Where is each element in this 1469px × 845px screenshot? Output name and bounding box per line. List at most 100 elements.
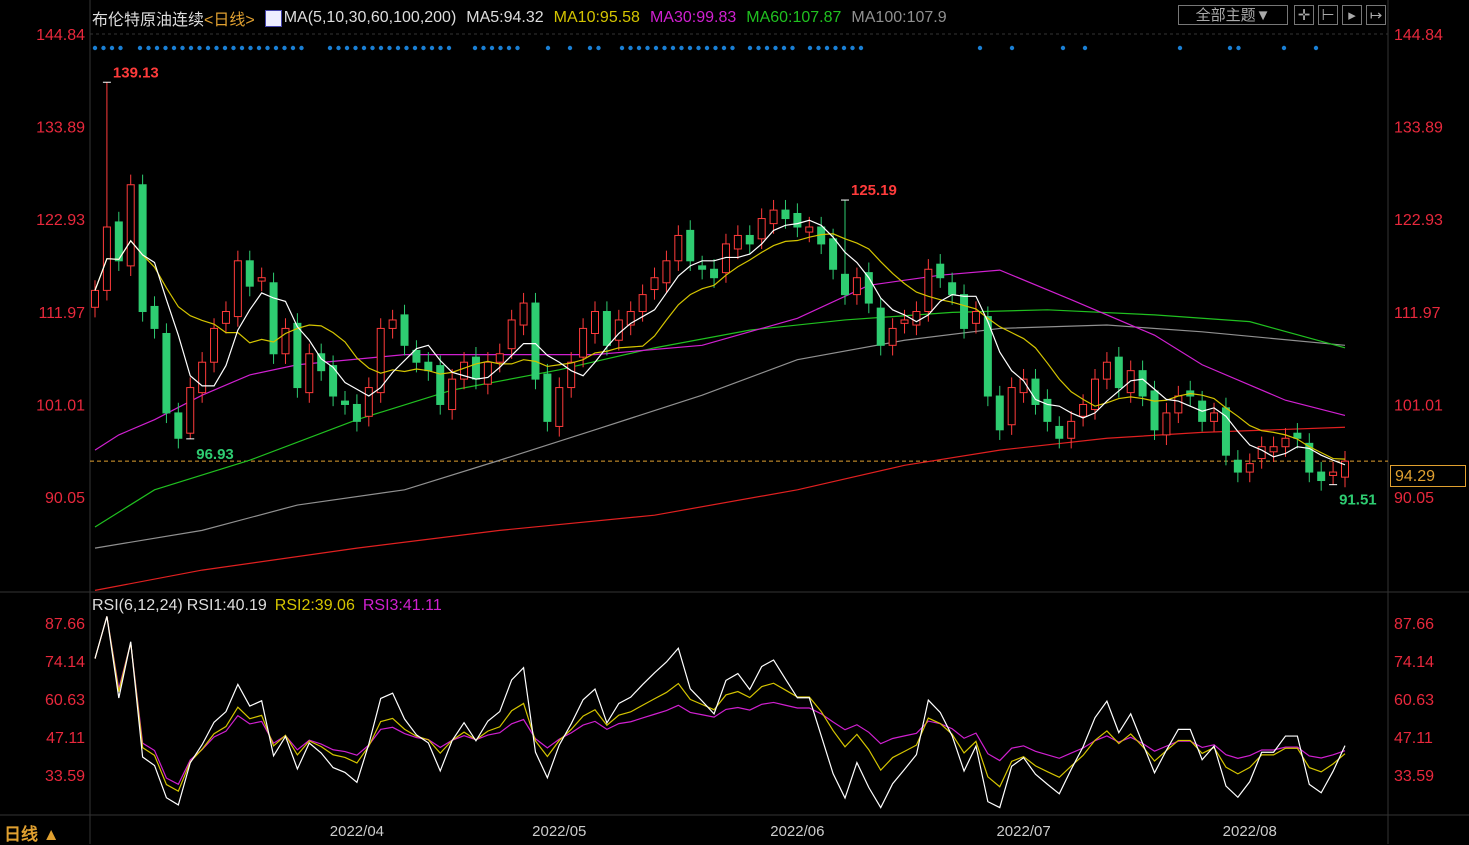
candle-down	[245, 260, 254, 287]
candle-up	[483, 361, 492, 385]
signal-dot	[188, 45, 194, 51]
candle-up	[1245, 463, 1254, 473]
candle-up	[198, 361, 207, 394]
candle-up	[91, 289, 99, 308]
candle-up	[495, 353, 504, 363]
candle-down	[317, 353, 326, 372]
price-chart[interactable]: 144.84 144.84 133.89 133.89 122.93 122.93 111.…	[0, 0, 1469, 844]
signal-dot	[824, 45, 830, 51]
candle-up	[638, 294, 647, 313]
candle-up	[519, 302, 528, 326]
candle-up	[567, 361, 576, 389]
candle-up	[769, 209, 778, 225]
candle-down	[162, 332, 171, 414]
rsi-header: RSI(6,12,24) RSI1:40.19 RSI2:39.06 RSI3:…	[92, 597, 442, 615]
signal-dot	[344, 45, 350, 51]
price-tick-right: 101.01	[1394, 397, 1443, 414]
candle-up	[1079, 403, 1088, 417]
candle-down	[150, 305, 159, 329]
signal-dot	[687, 45, 693, 51]
date-tick: 2022/06	[770, 823, 824, 840]
rsi-params[interactable]: RSI(6,12,24)	[92, 597, 183, 615]
price-tick-right: 90.05	[1394, 490, 1434, 507]
high-price-label: 139.13	[113, 64, 159, 81]
candle-up	[507, 319, 516, 350]
candle-up	[555, 387, 564, 427]
candle-down	[876, 307, 885, 346]
rsi-tick-right: 74.14	[1394, 654, 1434, 671]
signal-dot	[231, 45, 236, 51]
signal-dot	[545, 45, 551, 51]
low-price-label: 96.93	[196, 446, 234, 463]
candle-down	[995, 395, 1004, 431]
signal-dot	[850, 45, 855, 51]
candle-up	[448, 378, 457, 411]
candle-up	[591, 311, 599, 334]
signal-dot	[154, 45, 160, 51]
signal-dot	[1060, 45, 1066, 51]
candle-up	[376, 327, 385, 394]
rsi1-value: RSI1:40.19	[186, 597, 267, 614]
signal-dot	[109, 45, 115, 51]
signal-dot	[171, 45, 177, 51]
candle-down	[436, 365, 445, 405]
signal-dot	[807, 45, 813, 51]
signal-dot	[730, 45, 735, 51]
price-tick-left: 122.93	[36, 212, 85, 229]
signal-dot	[299, 45, 304, 51]
price-tick-left: 133.89	[36, 120, 85, 137]
signal-dot	[704, 45, 710, 51]
candle-up	[1007, 387, 1016, 426]
price-tick-left: 90.05	[45, 490, 85, 507]
candle-down	[698, 265, 707, 270]
signal-dot	[481, 45, 486, 51]
signal-dot	[636, 45, 642, 51]
candle-down	[1293, 432, 1302, 439]
candle-up	[852, 277, 861, 296]
candle-up	[1269, 446, 1278, 453]
signal-dot	[645, 45, 650, 51]
rsi2-line	[94, 616, 1346, 792]
signal-dot	[273, 45, 279, 51]
signal-dot	[781, 45, 787, 51]
price-tick-right: 111.97	[1394, 305, 1441, 322]
ma100-line	[94, 324, 1346, 549]
signal-dot	[1281, 45, 1287, 51]
signal-dot	[404, 45, 409, 51]
candle-down	[1317, 471, 1326, 482]
price-tick-left: 144.84	[36, 27, 85, 44]
rsi-tick-right: 87.66	[1394, 616, 1434, 633]
rsi-tick-left: 33.59	[45, 768, 85, 785]
period-selector[interactable]: 日线 ▲	[4, 820, 60, 845]
signal-dot	[1236, 45, 1241, 51]
candle-up	[1210, 412, 1219, 422]
signal-dot	[429, 45, 435, 51]
high-price-label: 125.19	[851, 182, 897, 199]
signal-dot	[498, 45, 503, 51]
candle-up	[579, 327, 588, 358]
candle-down	[1055, 425, 1064, 439]
candle-down	[936, 263, 945, 279]
signal-dot	[567, 45, 573, 51]
rsi2-value: RSI2:39.06	[274, 597, 355, 614]
signal-dot	[412, 45, 418, 51]
signal-dot	[713, 45, 718, 51]
candle-down	[686, 229, 695, 262]
candle-up	[733, 234, 742, 250]
price-tick-right: 122.93	[1394, 212, 1443, 229]
signal-dot	[587, 45, 593, 51]
rsi1-line	[94, 616, 1346, 809]
candle-down	[1233, 459, 1242, 473]
candle-down	[424, 361, 433, 372]
candle-up	[1174, 395, 1183, 414]
price-tick-left: 111.97	[38, 305, 85, 322]
signal-dot	[387, 45, 392, 51]
candle-up	[888, 327, 897, 346]
candle-up	[971, 311, 980, 324]
candle-up	[221, 311, 230, 324]
candle-up	[924, 268, 933, 313]
price-tick-left: 101.01	[36, 397, 85, 414]
candle-down	[781, 209, 790, 220]
candle-up	[1102, 361, 1111, 380]
rsi-tick-right: 47.11	[1394, 730, 1433, 747]
